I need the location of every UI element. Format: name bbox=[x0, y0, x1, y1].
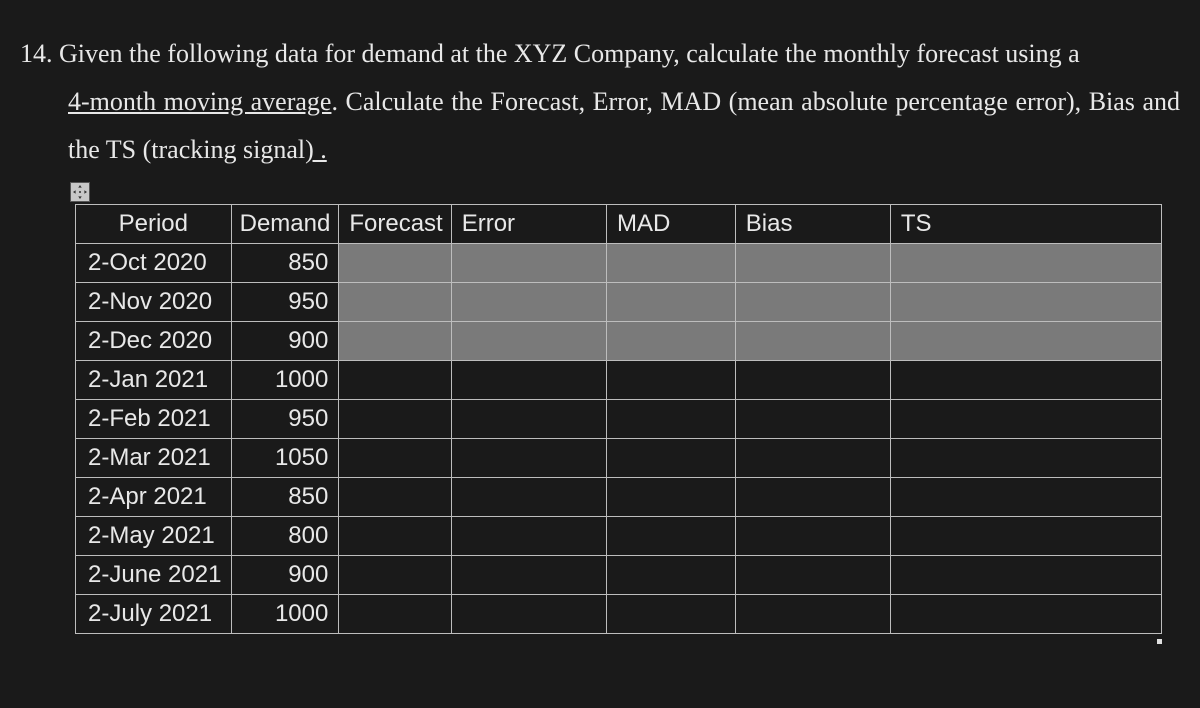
cell-forecast bbox=[339, 400, 451, 439]
cell-period: 2-Feb 2021 bbox=[76, 400, 232, 439]
question-number: 14. bbox=[20, 39, 53, 68]
cell-error bbox=[451, 400, 606, 439]
table-header-row: PeriodDemandForecastErrorMADBiasTS bbox=[76, 205, 1162, 244]
cell-forecast bbox=[339, 361, 451, 400]
cell-bias bbox=[735, 517, 890, 556]
question-text: 14. Given the following data for demand … bbox=[20, 30, 1180, 174]
cell-bias bbox=[735, 361, 890, 400]
table-row: 2-Mar 20211050 bbox=[76, 439, 1162, 478]
cell-mad bbox=[606, 283, 735, 322]
cell-demand: 850 bbox=[231, 478, 339, 517]
cell-demand: 1000 bbox=[231, 595, 339, 634]
cell-ts bbox=[890, 556, 1161, 595]
cell-mad bbox=[606, 361, 735, 400]
cell-demand: 950 bbox=[231, 283, 339, 322]
cell-bias bbox=[735, 244, 890, 283]
cell-demand: 1050 bbox=[231, 439, 339, 478]
cell-ts bbox=[890, 244, 1161, 283]
cell-demand: 900 bbox=[231, 556, 339, 595]
cell-mad bbox=[606, 517, 735, 556]
cell-mad bbox=[606, 595, 735, 634]
cell-mad bbox=[606, 478, 735, 517]
col-forecast: Forecast bbox=[339, 205, 451, 244]
cell-ts bbox=[890, 322, 1161, 361]
cell-ts bbox=[890, 478, 1161, 517]
cell-ts bbox=[890, 517, 1161, 556]
table-row: 2-July 20211000 bbox=[76, 595, 1162, 634]
col-period: Period bbox=[76, 205, 232, 244]
cell-demand: 800 bbox=[231, 517, 339, 556]
cell-mad bbox=[606, 400, 735, 439]
cell-bias bbox=[735, 556, 890, 595]
question-underlined-2: ) . bbox=[305, 135, 327, 164]
question-underlined-1: 4-month moving average bbox=[68, 87, 331, 116]
cell-error bbox=[451, 322, 606, 361]
question-body-1: Given the following data for demand at t… bbox=[59, 39, 1080, 68]
cell-bias bbox=[735, 322, 890, 361]
cell-forecast bbox=[339, 478, 451, 517]
cell-mad bbox=[606, 439, 735, 478]
col-error: Error bbox=[451, 205, 606, 244]
resize-dot-icon[interactable] bbox=[1157, 639, 1162, 644]
cell-period: 2-Jan 2021 bbox=[76, 361, 232, 400]
cell-error bbox=[451, 283, 606, 322]
data-table-container: PeriodDemandForecastErrorMADBiasTS2-Oct … bbox=[75, 204, 1162, 634]
cell-error bbox=[451, 439, 606, 478]
cell-mad bbox=[606, 244, 735, 283]
col-demand: Demand bbox=[231, 205, 339, 244]
cell-period: 2-Nov 2020 bbox=[76, 283, 232, 322]
cell-forecast bbox=[339, 517, 451, 556]
cell-error bbox=[451, 595, 606, 634]
cell-ts bbox=[890, 361, 1161, 400]
table-row: 2-Nov 2020950 bbox=[76, 283, 1162, 322]
cell-forecast bbox=[339, 322, 451, 361]
table-row: 2-June 2021900 bbox=[76, 556, 1162, 595]
table-row: 2-Apr 2021850 bbox=[76, 478, 1162, 517]
cell-error bbox=[451, 244, 606, 283]
col-bias: Bias bbox=[735, 205, 890, 244]
cell-bias bbox=[735, 439, 890, 478]
cell-period: 2-June 2021 bbox=[76, 556, 232, 595]
table-row: 2-May 2021800 bbox=[76, 517, 1162, 556]
cell-forecast bbox=[339, 244, 451, 283]
cell-error bbox=[451, 556, 606, 595]
cell-ts bbox=[890, 439, 1161, 478]
cell-period: 2-Dec 2020 bbox=[76, 322, 232, 361]
cell-forecast bbox=[339, 556, 451, 595]
cell-forecast bbox=[339, 595, 451, 634]
cell-demand: 950 bbox=[231, 400, 339, 439]
cell-demand: 850 bbox=[231, 244, 339, 283]
table-row: 2-Feb 2021950 bbox=[76, 400, 1162, 439]
table-row: 2-Jan 20211000 bbox=[76, 361, 1162, 400]
cell-error bbox=[451, 517, 606, 556]
cell-ts bbox=[890, 400, 1161, 439]
cell-demand: 1000 bbox=[231, 361, 339, 400]
table-row: 2-Dec 2020900 bbox=[76, 322, 1162, 361]
cell-period: 2-Apr 2021 bbox=[76, 478, 232, 517]
cell-period: 2-July 2021 bbox=[76, 595, 232, 634]
cell-bias bbox=[735, 478, 890, 517]
cell-bias bbox=[735, 400, 890, 439]
cell-period: 2-Oct 2020 bbox=[76, 244, 232, 283]
move-handle-icon[interactable] bbox=[70, 182, 90, 202]
cell-period: 2-May 2021 bbox=[76, 517, 232, 556]
data-table: PeriodDemandForecastErrorMADBiasTS2-Oct … bbox=[75, 204, 1162, 634]
cell-mad bbox=[606, 556, 735, 595]
cell-period: 2-Mar 2021 bbox=[76, 439, 232, 478]
table-row: 2-Oct 2020850 bbox=[76, 244, 1162, 283]
cell-demand: 900 bbox=[231, 322, 339, 361]
cell-ts bbox=[890, 283, 1161, 322]
cell-bias bbox=[735, 595, 890, 634]
col-mad: MAD bbox=[606, 205, 735, 244]
cell-ts bbox=[890, 595, 1161, 634]
cell-error bbox=[451, 361, 606, 400]
cell-forecast bbox=[339, 439, 451, 478]
cell-error bbox=[451, 478, 606, 517]
cell-forecast bbox=[339, 283, 451, 322]
cell-mad bbox=[606, 322, 735, 361]
cell-bias bbox=[735, 283, 890, 322]
col-ts: TS bbox=[890, 205, 1161, 244]
